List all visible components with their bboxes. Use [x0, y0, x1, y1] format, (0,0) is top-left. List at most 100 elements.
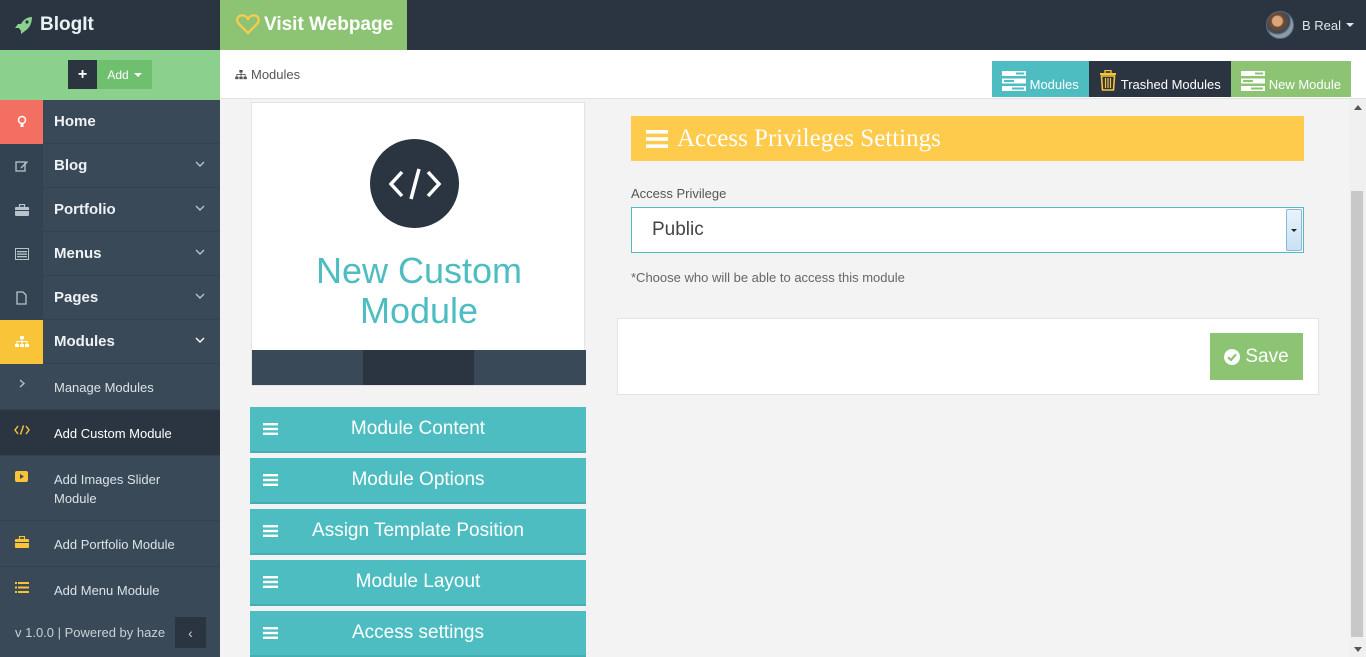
module-content-label: Module Content	[350, 418, 486, 439]
module-layout-label: Module Layout	[355, 571, 481, 592]
caret-down-icon	[1346, 23, 1354, 27]
chevron-right-icon	[0, 364, 43, 388]
sidebar-item-label: Menus	[54, 245, 102, 262]
breadcrumb-bar: Modules Modules Trashed Modules New Modu…	[220, 50, 1366, 99]
code-icon	[370, 139, 459, 228]
access-settings-button[interactable]: Access settings	[250, 611, 586, 657]
bars-icon	[263, 627, 278, 639]
module-layout-button[interactable]: Module Layout	[250, 560, 586, 606]
module-options-button[interactable]: Module Options	[250, 458, 586, 504]
briefcase-icon	[0, 187, 43, 232]
access-privilege-hint: *Choose who will be able to access this …	[631, 270, 905, 285]
list-icon	[0, 567, 43, 593]
assign-template-position-button[interactable]: Assign Template Position	[250, 509, 586, 555]
panel-title-bar: Access Privileges Settings	[631, 116, 1304, 161]
lightbulb-icon	[0, 99, 43, 144]
panel-title: Access Privileges Settings	[677, 124, 941, 152]
module-options-label: Module Options	[351, 469, 485, 490]
sidebar-item-blog[interactable]: Blog	[0, 143, 220, 188]
vertical-scrollbar[interactable]	[1349, 99, 1366, 657]
tasks-icon	[1001, 71, 1026, 91]
version-text: v 1.0.0 | Powered by haze	[15, 624, 166, 640]
save-button[interactable]: Save	[1210, 333, 1303, 380]
file-icon	[0, 275, 43, 320]
trashed-modules-label: Trashed Modules	[1120, 77, 1221, 92]
sidebar-header: + Add	[0, 50, 220, 100]
bars-icon	[263, 576, 278, 588]
action-buttons: Modules Trashed Modules New Module	[991, 61, 1351, 97]
brand-logo[interactable]: BlogIt	[0, 0, 220, 50]
module-card-title: New Custom Module	[315, 250, 523, 331]
avatar	[1265, 11, 1294, 39]
collapse-sidebar-button[interactable]: ‹	[175, 617, 206, 648]
chevron-down-icon	[195, 205, 205, 211]
code-icon	[0, 410, 43, 435]
save-panel: Save	[617, 318, 1319, 395]
trashed-modules-button[interactable]: Trashed Modules	[1088, 61, 1231, 97]
dropdown-arrow-icon[interactable]	[1286, 209, 1302, 251]
sidebar-item-label: Pages	[54, 289, 99, 306]
chevron-down-icon	[195, 161, 205, 167]
sitemap-icon	[0, 319, 43, 364]
sidebar-item-label: Portfolio	[54, 201, 116, 218]
visit-webpage-button[interactable]: Visit Webpage	[220, 0, 407, 50]
add-label: Add	[107, 67, 129, 82]
add-dropdown[interactable]: + Add	[68, 60, 152, 89]
sidebar-item-home[interactable]: Home	[0, 99, 220, 144]
briefcase-icon	[0, 521, 43, 548]
chevron-down-icon	[195, 337, 205, 343]
sitemap-icon	[235, 69, 247, 79]
chevron-down-icon	[195, 249, 205, 255]
scrollbar-thumb[interactable]	[1351, 191, 1363, 637]
sidebar-footer: v 1.0.0 | Powered by haze ‹	[0, 607, 220, 657]
assign-template-position-label: Assign Template Position	[312, 520, 524, 541]
tasks-icon	[1240, 71, 1265, 91]
sidebar-item-label: Home	[54, 113, 96, 130]
add-button[interactable]: Add	[97, 60, 152, 89]
sidebar-item-pages[interactable]: Pages	[0, 275, 220, 320]
visit-webpage-label: Visit Webpage	[264, 14, 394, 35]
new-module-button[interactable]: New Module	[1230, 61, 1351, 97]
sidebar-subitem-label: Add Images Slider Module	[54, 472, 161, 506]
modules-button[interactable]: Modules	[991, 61, 1089, 97]
play-icon	[0, 456, 43, 482]
sidebar-item-label: Blog	[54, 157, 88, 174]
access-privilege-label: Access Privilege	[631, 186, 727, 201]
access-settings-label: Access settings	[352, 622, 484, 643]
sidebar-subitem-label: Add Custom Module	[54, 426, 172, 441]
scroll-up-arrow-icon[interactable]	[1354, 105, 1362, 110]
module-card-footer	[252, 350, 586, 385]
edit-icon	[0, 143, 43, 188]
access-privilege-value: Public	[652, 219, 704, 240]
module-card-footer-tab	[363, 350, 474, 385]
sidebar: + Add Home Blog Portfolio Menus Pages Mo…	[0, 50, 220, 657]
check-circle-icon	[1224, 348, 1241, 365]
heart-icon	[236, 14, 260, 35]
chevron-down-icon	[195, 293, 205, 299]
sidebar-item-menus[interactable]: Menus	[0, 231, 220, 276]
sidebar-subitem-add-portfolio[interactable]: Add Portfolio Module	[0, 521, 220, 567]
sidebar-subitem-add-custom-module[interactable]: Add Custom Module	[0, 410, 220, 456]
module-content-button[interactable]: Module Content	[250, 407, 586, 453]
sidebar-subitem-label: Add Menu Module	[54, 583, 160, 598]
brand-name: BlogIt	[40, 14, 94, 35]
access-privilege-select[interactable]: Public	[631, 207, 1304, 253]
breadcrumb[interactable]: Modules	[235, 67, 300, 82]
module-card: New Custom Module	[251, 102, 586, 386]
user-menu[interactable]: B Real	[1265, 10, 1354, 40]
sidebar-subitem-add-images-slider[interactable]: Add Images Slider Module	[0, 456, 220, 521]
user-name: B Real	[1301, 17, 1341, 33]
sidebar-item-portfolio[interactable]: Portfolio	[0, 187, 220, 232]
sidebar-item-label: Modules	[54, 333, 115, 350]
sidebar-subitem-manage-modules[interactable]: Manage Modules	[0, 364, 220, 410]
scroll-down-arrow-icon[interactable]	[1354, 647, 1362, 652]
list-alt-icon	[0, 231, 43, 276]
sidebar-item-modules[interactable]: Modules	[0, 319, 220, 364]
bars-icon	[646, 129, 668, 148]
plus-icon[interactable]: +	[68, 60, 97, 89]
breadcrumb-label: Modules	[251, 67, 301, 82]
bars-icon	[263, 525, 278, 537]
top-bar: BlogIt Visit Webpage B Real	[0, 0, 1366, 50]
modules-button-label: Modules	[1029, 77, 1079, 92]
trash-icon	[1099, 70, 1116, 91]
